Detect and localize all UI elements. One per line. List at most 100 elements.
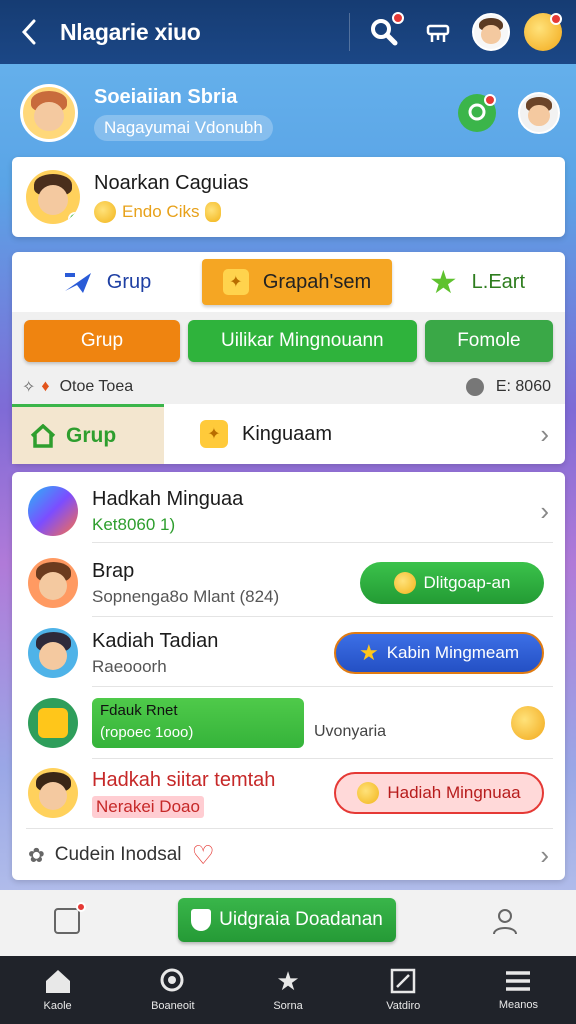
item-action-button[interactable]: ★ Kabin Mingmeam — [334, 632, 544, 674]
fomole-button[interactable]: Fomole — [424, 320, 553, 362]
divider — [26, 828, 553, 829]
gift-button[interactable] — [418, 12, 458, 52]
group-row-label: Kinguaam — [242, 422, 333, 445]
item-title: Brap — [92, 559, 135, 582]
tab-label: Grup — [106, 270, 152, 293]
coin-button[interactable] — [524, 13, 562, 51]
profile-subtitle: Nagayumai Vdonubh — [94, 114, 273, 141]
item-subtitle: Raeooorh — [92, 656, 167, 676]
coin-icon — [94, 200, 116, 223]
user-avatar — [28, 628, 78, 678]
coin-icon — [357, 782, 380, 804]
user-card[interactable]: Noarkan Caguias Endo Ciks — [12, 157, 565, 237]
coins-row: Endo Ciks — [94, 200, 249, 223]
list-item[interactable]: Hadkah siitar temtah Nerakei Doao Hadiah… — [12, 762, 565, 824]
footer-link-label: Cudein Inodsal — [54, 844, 182, 865]
chevron-right-icon: › — [540, 418, 549, 449]
list-item[interactable]: Hadkah Minguaa Ket8060 1) › — [12, 480, 565, 542]
friend-avatar[interactable] — [518, 92, 560, 134]
list-card: Hadkah Minguaa Ket8060 1) › Brap Sopneng… — [12, 472, 565, 880]
avatar-face — [481, 24, 501, 44]
action-label: Kabin Mingmeam — [386, 643, 519, 662]
coin-icon — [205, 201, 222, 222]
group-row[interactable]: Grup ✦ Kinguaam › — [12, 404, 565, 464]
chat-icon — [468, 103, 486, 121]
avatar[interactable] — [472, 13, 510, 51]
main-cta-button[interactable]: Uidgraia Doadanan — [178, 898, 396, 942]
item-title: Kadiah Tadian — [92, 629, 219, 652]
bottom-nav: Kaole Boaneoit ★ Sorna Vatdiro Meanos — [0, 956, 576, 1024]
notification-dot — [76, 902, 86, 912]
top-bar: Nlagarie xiuo — [0, 0, 576, 64]
reward-banner[interactable]: Fdauk Rnet (ropoec 1ooo) — [92, 698, 304, 748]
nav-label: Boaneoit — [151, 1000, 195, 1012]
action-buttons: Grup Uilikar Mingnouann Fomole — [12, 312, 565, 370]
profile-header: Soeiaiian Sbria Nagayumai Vdonubh — [20, 82, 560, 144]
star-mascot-icon — [38, 708, 68, 738]
star-icon: ★ — [428, 264, 458, 300]
list-item[interactable]: Kadiah Tadian Raeooorh ★ Kabin Mingmeam — [12, 622, 565, 684]
user-avatar — [26, 170, 80, 224]
item-subtitle: Nerakei Doao — [92, 795, 204, 818]
action-label: Hadiah Mingnuaa — [387, 783, 521, 802]
star-crown-icon: ★ — [276, 966, 300, 996]
item-action-button[interactable]: Hadiah Mingnuaa — [334, 772, 544, 814]
fire-icon: ♦ — [41, 378, 50, 395]
group-tab-label: Grup — [66, 423, 117, 447]
item-subtitle: Ket8060 1) — [92, 514, 176, 534]
app-avatar — [28, 486, 78, 536]
nav-item-vatdiro[interactable]: Vatdiro — [346, 956, 461, 1024]
divider — [92, 686, 553, 687]
nav-item-kaole[interactable]: Kaole — [0, 956, 115, 1024]
heart-icon: ♡ — [191, 839, 215, 870]
item-subtitle: Sopnenga8o Mlant (824) — [92, 586, 280, 606]
page-title: Nlagarie xiuo — [60, 18, 201, 45]
divider — [92, 758, 553, 759]
menu-icon — [506, 971, 531, 991]
action-label: Dlitgoap-an — [423, 573, 511, 592]
profile-avatar[interactable] — [20, 84, 78, 142]
nav-item-sorna[interactable]: ★ Sorna — [230, 956, 345, 1024]
puzzle-icon: ✿ — [28, 844, 45, 867]
puzzle-icon: ✧ — [22, 379, 36, 396]
avatar-face — [39, 572, 67, 600]
star-icon: ★ — [358, 640, 379, 665]
nav-item-boaneoit[interactable]: Boaneoit — [115, 956, 230, 1024]
back-button[interactable] — [14, 17, 44, 47]
item-action-button[interactable]: Dlitgoap-an — [360, 562, 544, 604]
tab-grup[interactable]: Grup — [12, 269, 202, 295]
divider — [92, 616, 553, 617]
chat-button[interactable] — [458, 94, 496, 132]
notification-dot — [392, 12, 404, 24]
item-title: Hadkah siitar temtah — [92, 768, 276, 791]
user-icon — [493, 909, 517, 935]
avatar-face — [34, 101, 64, 131]
avatar-face — [528, 104, 550, 126]
home-icon — [30, 423, 56, 448]
plane-icon — [64, 273, 91, 293]
grup-button[interactable]: Grup — [24, 320, 180, 362]
tab-grapahsem[interactable]: ✦ Grapah'sem — [202, 259, 392, 305]
avatar-face — [39, 782, 67, 810]
tab-leart[interactable]: ★ L.Eart — [392, 263, 562, 301]
profile-names: Soeiaiian Sbria Nagayumai Vdonubh — [94, 86, 273, 141]
profile-name: Soeiaiian Sbria — [94, 85, 238, 108]
inbox-button[interactable] — [54, 902, 86, 934]
group-tab[interactable]: Grup — [12, 404, 164, 464]
nav-item-meanos[interactable]: Meanos — [461, 956, 576, 1024]
notification-dot — [484, 94, 496, 106]
uilikar-button[interactable]: Uilikar Mingnouann — [187, 320, 417, 362]
home-icon — [45, 970, 70, 993]
list-item[interactable]: Brap Sopnenga8o Mlant (824) Dlitgoap-an — [12, 552, 565, 614]
notification-dot — [550, 13, 562, 25]
reward-subtitle: (ropoec 1ooo) — [100, 724, 194, 741]
search-button[interactable] — [364, 12, 404, 52]
star-box-icon: ✦ — [200, 420, 228, 448]
cta-label: Uidgraia Doadanan — [219, 909, 383, 930]
chevron-right-icon: › — [540, 495, 549, 526]
profile-button[interactable] — [490, 906, 520, 941]
search-circle-icon — [160, 968, 184, 992]
footer-link[interactable]: ✿ Cudein Inodsal ♡ › — [12, 830, 565, 880]
coins-label: Endo Ciks — [122, 201, 200, 221]
list-item[interactable]: Fdauk Rnet (ropoec 1ooo) Uvonyaria — [12, 692, 565, 754]
